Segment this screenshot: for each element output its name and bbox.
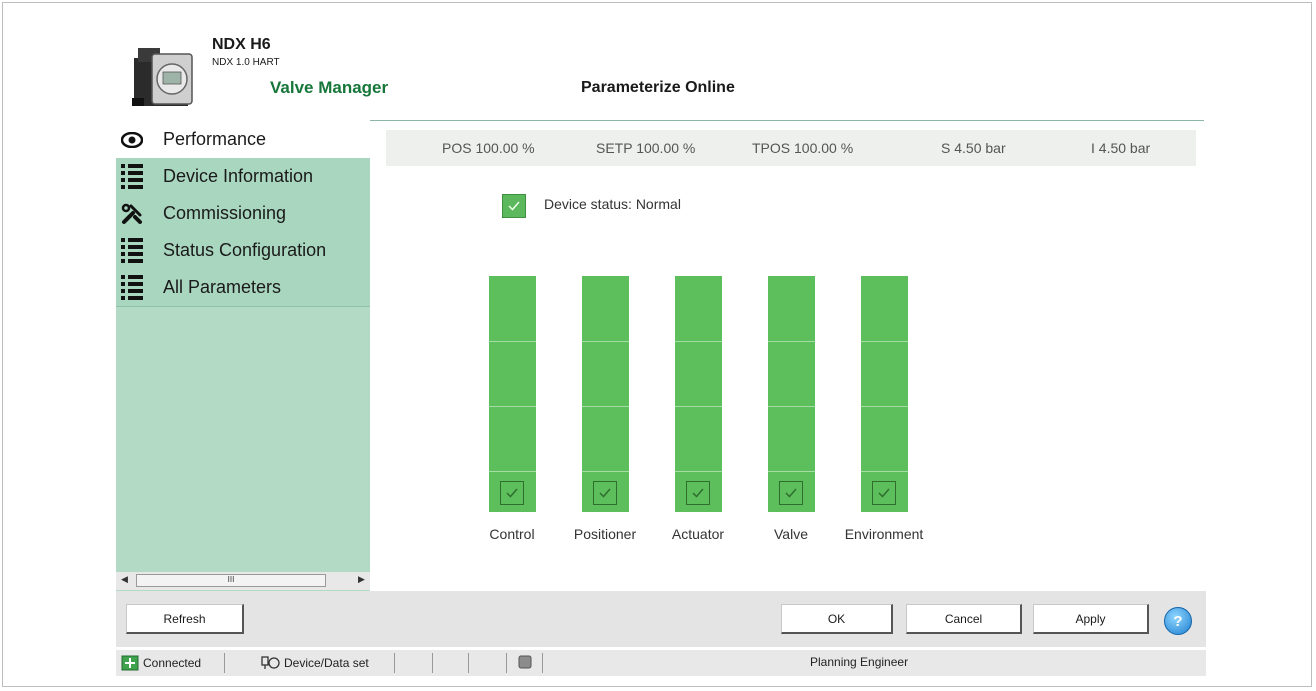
readout-setp: SETP 100.00 % [596,140,696,156]
status-bar-label: Environment [844,526,924,542]
cancel-button[interactable]: Cancel [906,604,1022,634]
status-bar-label: Positioner [573,526,637,542]
page-title: Parameterize Online [581,79,735,96]
header-divider [370,120,1204,121]
sidebar-item-all-parameters[interactable]: All Parameters [116,269,370,306]
list-icon [120,164,144,189]
tools-icon [120,202,144,226]
scroll-thumb[interactable]: III [136,574,326,587]
device-data-set-label: Device/Data set [284,656,369,670]
status-bar-label: Actuator [671,526,725,542]
stop-indicator [518,655,532,669]
sidebar-item-label: Commissioning [163,203,287,223]
connected-icon [121,655,139,671]
scroll-left-icon[interactable]: ◀ [121,574,128,585]
sidebar-item-commissioning[interactable]: Commissioning [116,195,370,232]
device-protocol: NDX 1.0 HART [212,57,280,68]
check-icon [593,481,617,505]
connection-label: Connected [143,656,202,670]
sidebar-item-label: All Parameters [163,277,282,297]
sidebar-item-device-information[interactable]: Device Information [116,158,370,195]
check-icon [872,481,896,505]
help-icon[interactable]: ? [1164,607,1192,635]
status-bar-control [489,276,536,512]
readout-bar: POS 100.00 % SETP 100.00 % TPOS 100.00 %… [386,130,1196,166]
readout-tpos: TPOS 100.00 % [752,140,854,156]
device-status-check-icon [502,194,526,218]
readout-pos: POS 100.00 % [442,140,535,156]
refresh-button[interactable]: Refresh [126,604,244,634]
status-bar-label: Valve [774,526,808,542]
stop-icon [518,655,532,669]
device-image [132,48,193,106]
check-icon [779,481,803,505]
scroll-right-icon[interactable]: ▶ [358,574,365,585]
device-data-set[interactable]: Device/Data set [260,655,369,671]
sidebar-item-label: Status Configuration [163,240,327,260]
app-name: Valve Manager [270,78,389,97]
device-status-text: Device status: Normal [544,196,681,212]
connection-status: Connected [121,655,201,671]
apply-button[interactable]: Apply [1033,604,1149,634]
readout-current: I 4.50 bar [1091,140,1151,156]
list-icon [120,238,144,263]
status-bar-environment [861,276,908,512]
sidebar-item-status-configuration[interactable]: Status Configuration [116,232,370,269]
sidebar-scrollbar[interactable]: ◀ III ▶ [116,572,370,590]
ok-button[interactable]: OK [781,604,893,634]
status-bar: Connected Device/Data set Planning Engin… [116,650,1206,676]
status-bar-valve [768,276,815,512]
sidebar-item-performance[interactable]: Performance [116,121,370,158]
eye-icon [120,128,144,152]
list-icon [120,275,144,300]
sidebar-item-label: Performance [163,129,267,149]
status-bar-positioner [582,276,629,512]
device-data-icon [261,656,280,669]
sidebar-divider [116,306,370,307]
device-name: NDX H6 [212,36,271,53]
status-bar-actuator [675,276,722,512]
check-icon [686,481,710,505]
status-bar-label: Control [489,526,535,542]
readout-supply: S 4.50 bar [941,140,1006,156]
user-role: Planning Engineer [810,655,909,669]
check-icon [500,481,524,505]
sidebar-item-label: Device Information [163,166,314,186]
